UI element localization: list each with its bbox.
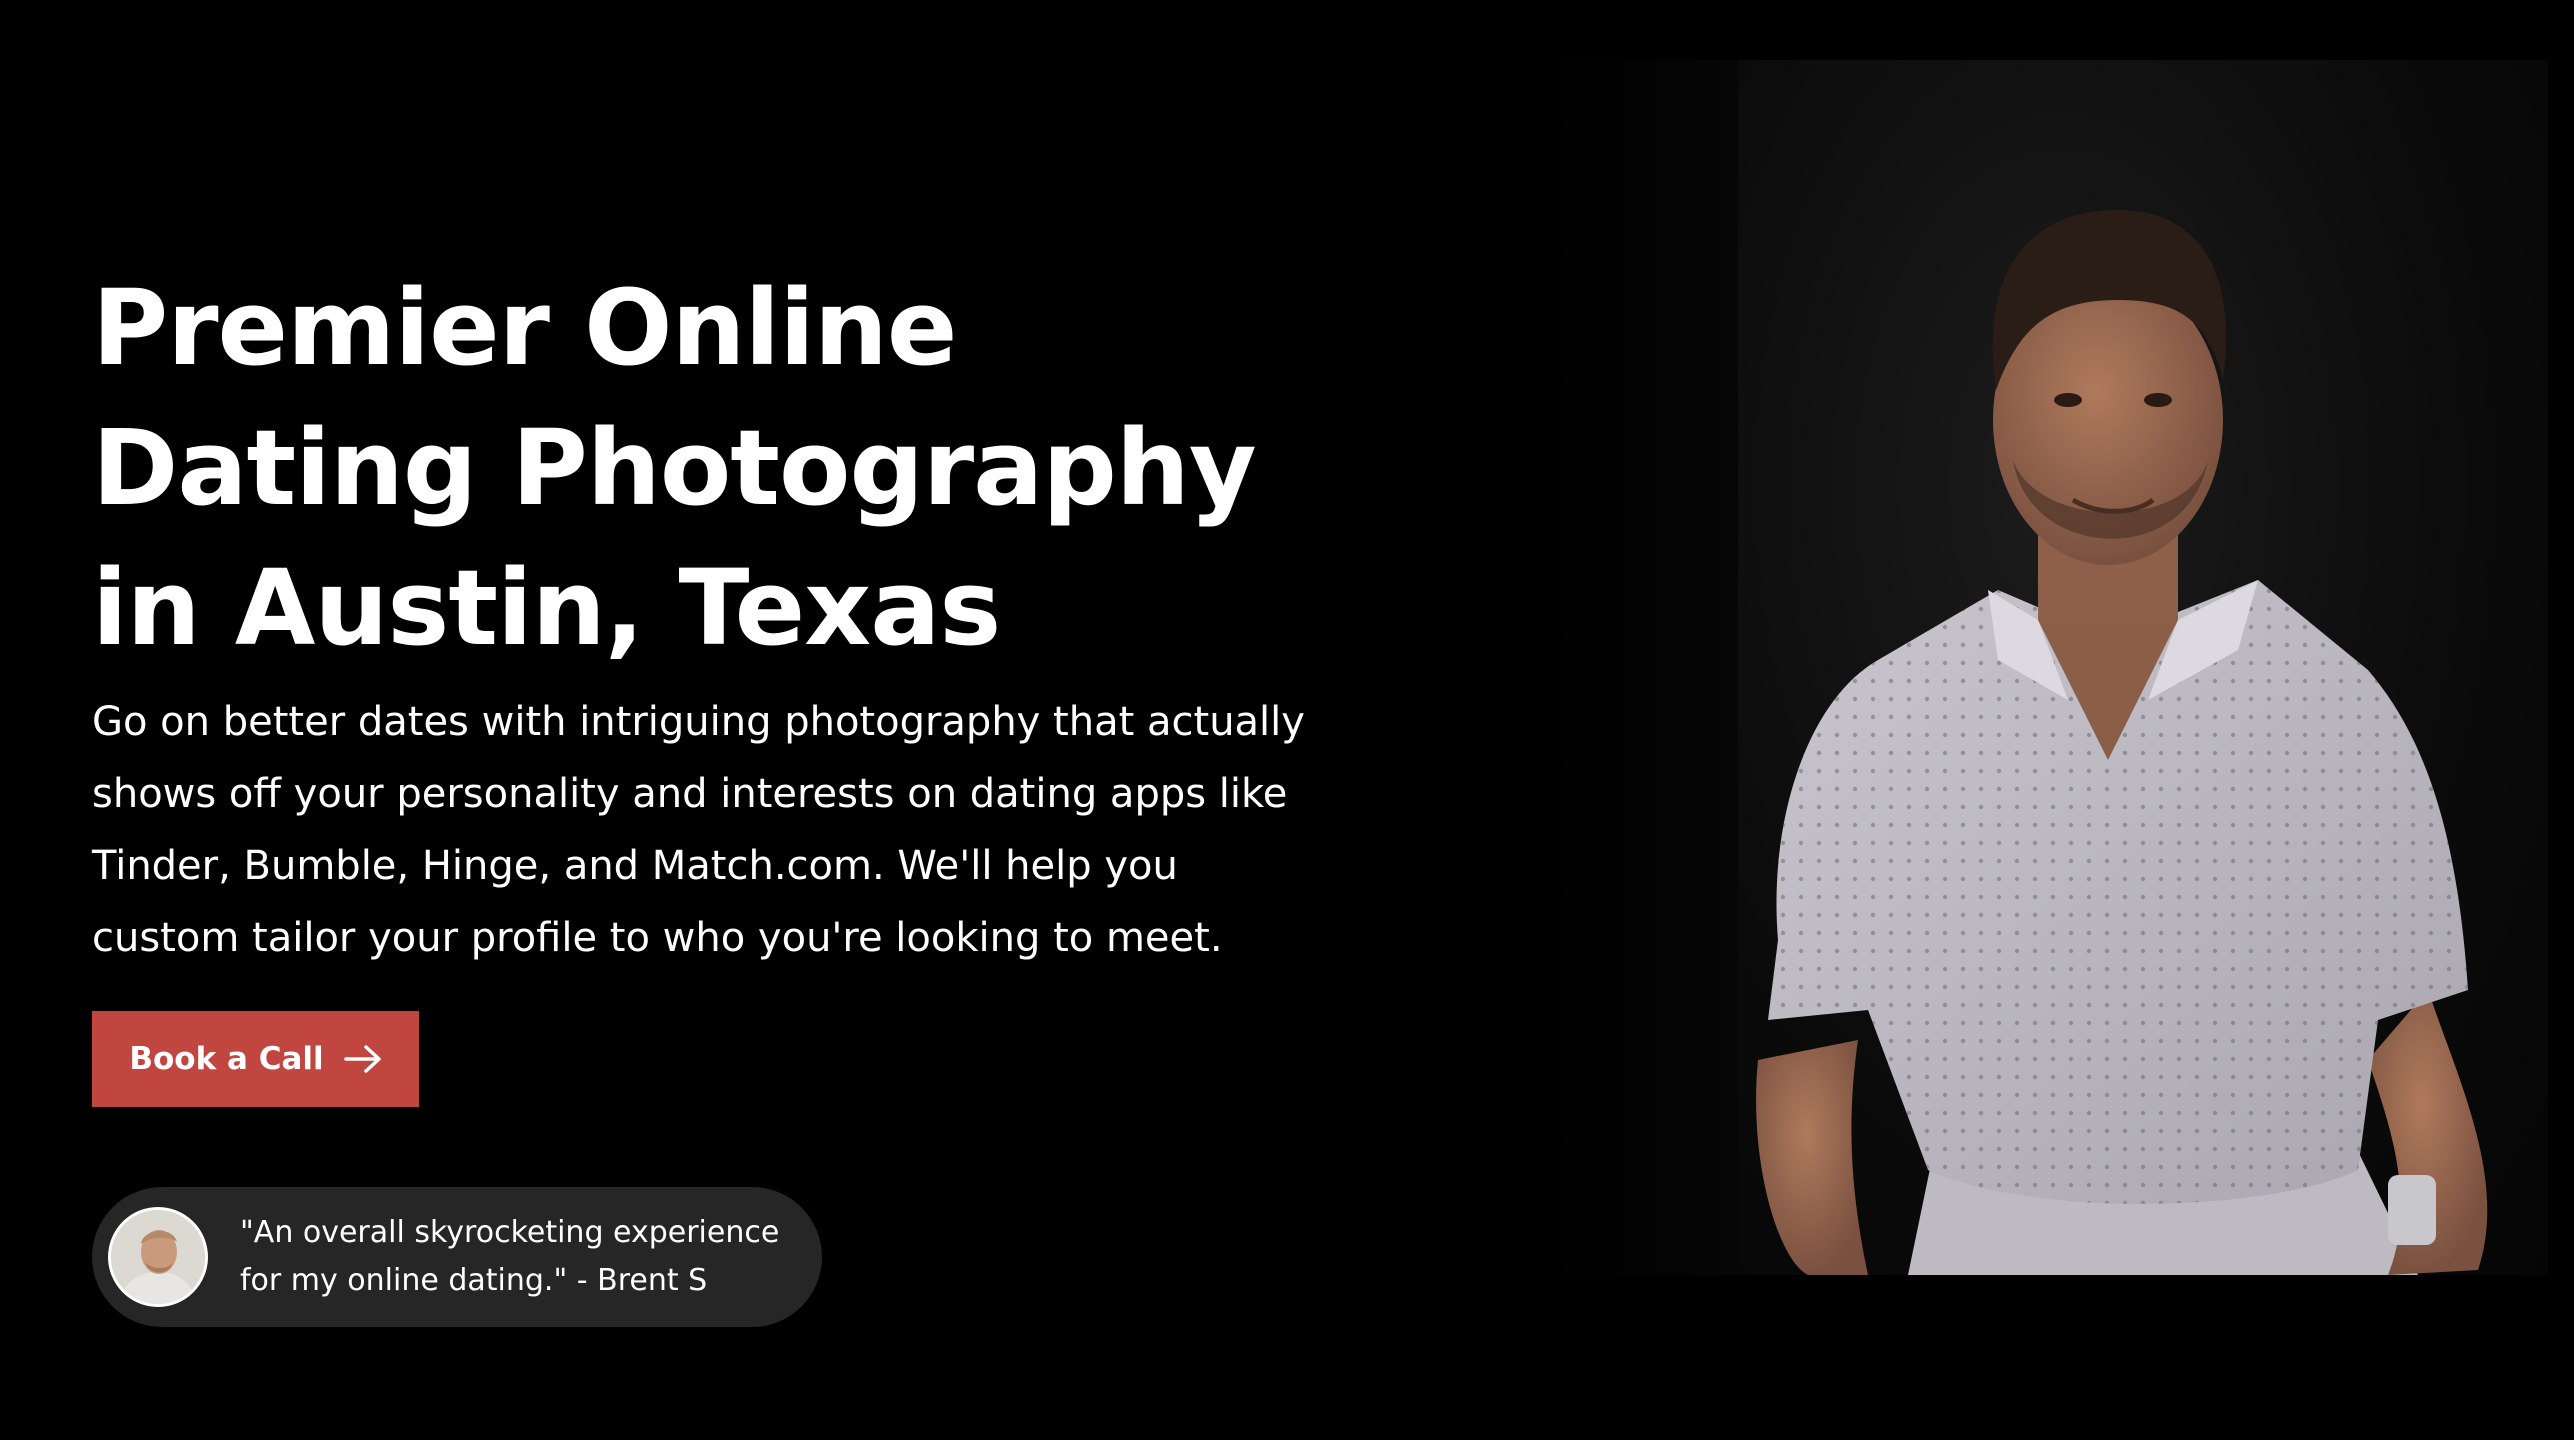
arrow-right-icon — [343, 1044, 382, 1074]
photo-edge-fade — [1540, 60, 1740, 1275]
hero-headline: Premier Online Dating Photography in Aus… — [92, 258, 1352, 678]
reviewer-avatar — [108, 1207, 208, 1307]
hero-text-block: Premier Online Dating Photography in Aus… — [92, 258, 1352, 974]
testimonial-quote: "An overall skyrocketing experience for … — [240, 1209, 779, 1305]
book-a-call-button[interactable]: Book a Call — [92, 1011, 419, 1107]
subtext-line: Go on better dates with intriguing photo… — [92, 699, 1305, 745]
headline-line: Premier Online — [92, 267, 957, 389]
testimonial-pill: "An overall skyrocketing experience for … — [92, 1187, 822, 1327]
headline-line: Dating Photography — [92, 407, 1257, 529]
hero-portrait-photo — [1738, 60, 2548, 1275]
subtext-line: custom tailor your profile to who you're… — [92, 915, 1223, 961]
hero-subtext: Go on better dates with intriguing photo… — [92, 686, 1352, 974]
subtext-line: Tinder, Bumble, Hinge, and Match.com. We… — [92, 843, 1178, 889]
quote-line: "An overall skyrocketing experience — [240, 1215, 780, 1250]
headline-line: in Austin, Texas — [92, 547, 1001, 669]
quote-line: for my online dating." - Brent S — [240, 1263, 708, 1298]
subtext-line: shows off your personality and interests… — [92, 771, 1288, 817]
book-a-call-label: Book a Call — [129, 1041, 324, 1077]
